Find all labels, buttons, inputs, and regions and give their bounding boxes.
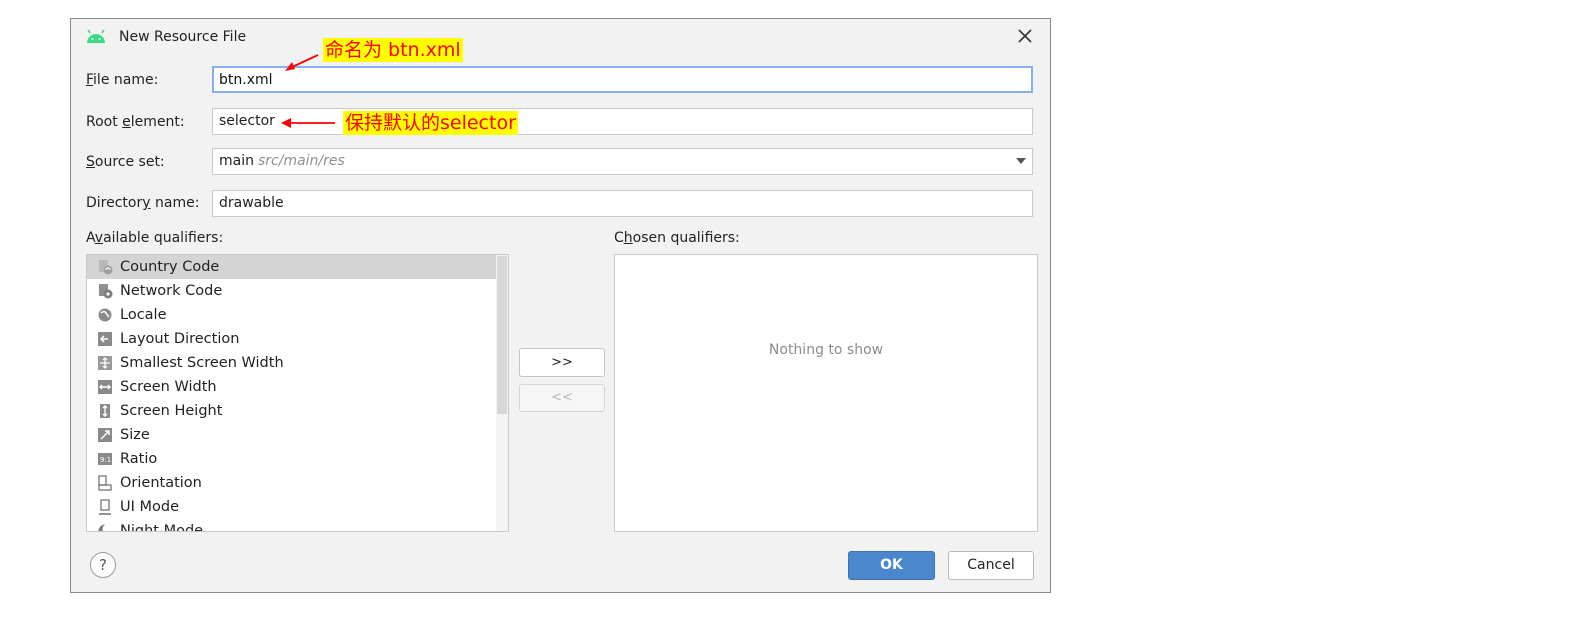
list-item[interactable]: Screen Height [87,399,508,423]
list-item[interactable]: Orientation [87,471,508,495]
list-item[interactable]: Night Mode [87,519,508,532]
root-element-value: selector [219,113,275,129]
dialog-title: New Resource File [119,29,247,45]
list-item[interactable]: UI Mode [87,495,508,519]
list-item-label: Network Code [120,283,223,299]
chosen-qualifiers-label: Chosen qualifiers: [614,230,740,246]
file-name-label: File name: [86,72,159,88]
list-item-label: Locale [120,307,167,323]
source-set-value: main [219,153,254,169]
directory-name-label: Directory name: [86,195,200,211]
list-item-label: Ratio [120,451,158,467]
title-bar: New Resource File [71,19,1050,57]
list-item-label: Night Mode [120,523,204,532]
file-name-input[interactable] [219,68,1031,91]
list-item[interactable]: Screen Width [87,375,508,399]
size-icon [98,428,112,442]
scrollbar[interactable] [496,255,508,531]
list-item-label: Orientation [120,475,202,491]
list-item-label: Layout Direction [120,331,240,347]
source-set-label: Source set: [86,154,165,170]
ok-button[interactable]: OK [848,551,935,580]
night-mode-icon [98,524,113,531]
annotation-arrow-icon [281,118,335,128]
remove-qualifier-button[interactable]: << [519,384,605,412]
list-item[interactable]: Network Code [87,279,508,303]
layout-direction-icon [98,332,112,346]
orientation-icon [98,475,112,491]
add-qualifier-button[interactable]: >> [519,348,605,377]
list-item[interactable]: Smallest Screen Width [87,351,508,375]
svg-text:9:1: 9:1 [100,456,111,464]
directory-name-field[interactable]: drawable [212,190,1033,217]
country-code-icon [99,260,113,275]
source-set-dropdown[interactable]: main src/main/res [212,148,1033,175]
source-set-hint: src/main/res [257,153,345,169]
android-icon [87,29,105,43]
chevron-down-icon[interactable] [1016,158,1026,164]
list-item-label: Screen Width [120,379,217,395]
annotation-arrow-icon [285,54,319,71]
list-item[interactable]: Locale [87,303,508,327]
root-element-annotation: 保持默认的selector [343,111,518,135]
screen-width-icon [98,380,112,394]
close-icon[interactable] [1016,27,1034,45]
list-item-label: Size [120,427,150,443]
list-item[interactable]: Layout Direction [87,327,508,351]
ratio-icon: 9:1 [98,453,112,465]
list-item[interactable]: 9:1 Ratio [87,447,508,471]
help-icon[interactable]: ? [90,552,116,578]
empty-state-text: Nothing to show [768,342,884,358]
new-resource-file-dialog: New Resource File File name: Root elemen… [70,18,1051,593]
scrollbar-thumb[interactable] [497,256,507,414]
list-item-label: Country Code [120,259,220,275]
cancel-button[interactable]: Cancel [948,551,1034,580]
directory-name-value: drawable [219,195,284,211]
available-qualifiers-label: Available qualifiers: [86,230,224,246]
chosen-qualifiers-list[interactable]: Nothing to show [614,254,1038,532]
root-element-label: Root element: [86,114,185,130]
list-item-label: UI Mode [120,499,180,515]
list-item-label: Screen Height [120,403,223,419]
list-item[interactable]: Size [87,423,508,447]
list-item[interactable]: Country Code [87,255,508,279]
globe-icon [98,308,112,322]
screen-height-icon [100,404,110,418]
list-item-label: Smallest Screen Width [120,355,284,371]
file-name-field[interactable] [212,66,1033,93]
available-qualifiers-list[interactable]: Country Code Network Code Locale Layout Dir… [86,254,509,532]
file-name-annotation: 命名为 btn.xml [323,38,463,62]
smallest-width-icon [98,356,112,370]
network-code-icon [99,284,113,299]
ui-mode-icon [99,499,111,515]
